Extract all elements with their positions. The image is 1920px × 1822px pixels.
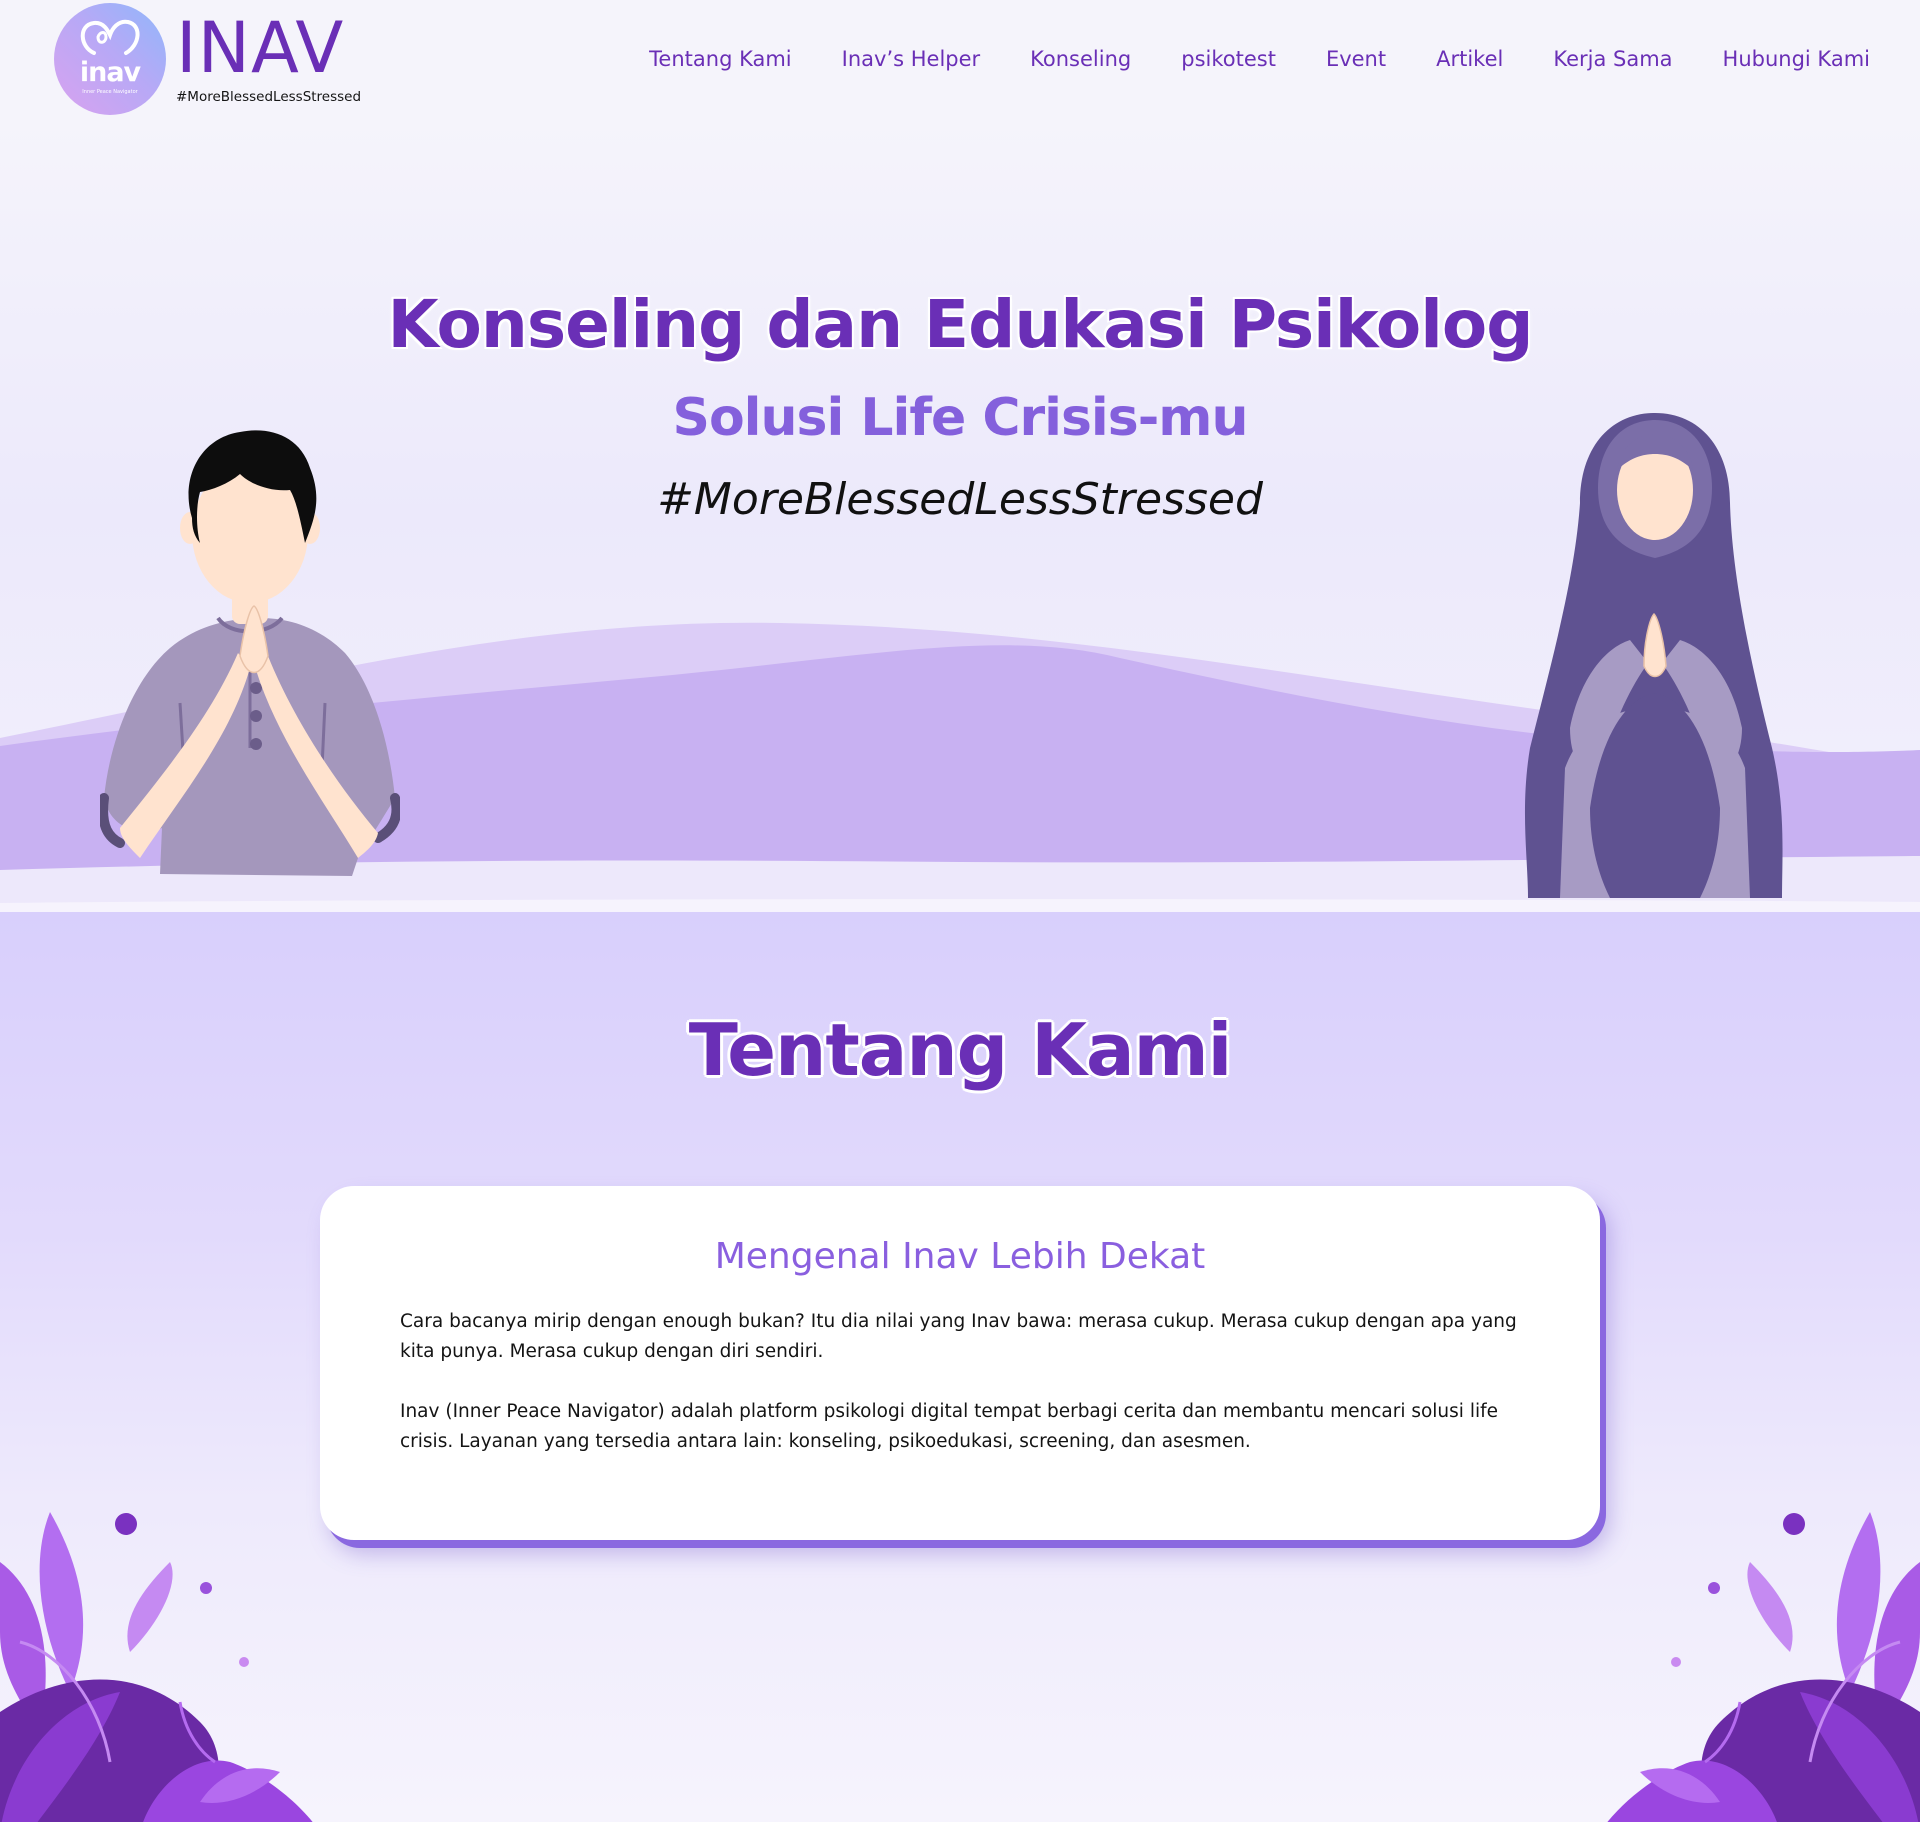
hero-title: Konseling dan Edukasi Psikolog (387, 286, 1534, 363)
brand-title: INAV (176, 7, 345, 89)
site-header: inav Inner Peace Navigator INAV #MoreBle… (0, 0, 1920, 118)
hero-hashtag: #MoreBlessedLessStressed (657, 474, 1263, 525)
about-title: Tentang Kami (688, 1008, 1233, 1092)
nav-inavs-helper[interactable]: Inav’s Helper (842, 47, 981, 71)
about-section: Tentang Kami Mengenal Inav Lebih Dekat C… (0, 912, 1920, 1822)
nav-psikotest[interactable]: psikotest (1181, 47, 1276, 71)
about-paragraph-2: Inav (Inner Peace Navigator) adalah plat… (400, 1401, 1498, 1452)
page: inav Inner Peace Navigator INAV #MoreBle… (0, 0, 1920, 1822)
main-nav: Tentang Kami Inav’s Helper Konseling psi… (649, 47, 1870, 71)
nav-tentang-kami[interactable]: Tentang Kami (649, 47, 791, 71)
leaves-decoration-right (1607, 1512, 1920, 1822)
logo-mark-text: inav (79, 57, 141, 88)
about-paragraph-1: Cara bacanya mirip dengan enough bukan? … (400, 1311, 1517, 1362)
inav-logo: inav Inner Peace Navigator (54, 3, 166, 115)
brand-tagline: #MoreBlessedLessStressed (176, 89, 362, 105)
leaves-decoration-left (0, 1512, 313, 1822)
nav-kerja-sama[interactable]: Kerja Sama (1553, 47, 1672, 71)
nav-hubungi-kami[interactable]: Hubungi Kami (1723, 47, 1870, 71)
brand-home-link[interactable]: inav Inner Peace Navigator INAV #MoreBle… (54, 3, 361, 115)
nav-konseling[interactable]: Konseling (1030, 47, 1131, 71)
about-card: Mengenal Inav Lebih Dekat Cara bacanya m… (320, 1186, 1600, 1540)
logo-subtext: Inner Peace Navigator (82, 89, 138, 95)
hero-section: Konseling dan Edukasi Psikolog Solusi Li… (0, 118, 1920, 912)
nav-event[interactable]: Event (1326, 47, 1386, 71)
about-card-heading: Mengenal Inav Lebih Dekat (714, 1236, 1206, 1277)
brand-text: INAV #MoreBlessedLessStressed (176, 13, 361, 105)
nav-artikel[interactable]: Artikel (1436, 47, 1503, 71)
hero-subtitle: Solusi Life Crisis-mu (672, 388, 1249, 448)
